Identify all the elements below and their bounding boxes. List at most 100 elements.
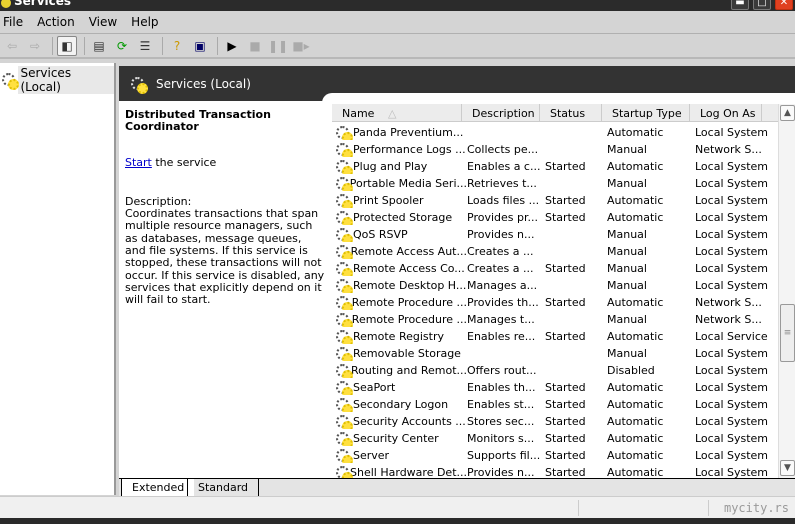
back-icon[interactable]: ⇦ bbox=[2, 36, 22, 56]
column-status[interactable]: Status bbox=[540, 104, 602, 122]
service-icon bbox=[336, 448, 353, 463]
cell-log-on-as: Local System bbox=[695, 211, 769, 224]
cell-startup-type: Automatic bbox=[607, 432, 664, 445]
table-row[interactable]: SeaPort Enables th... Started Automatic Loca… bbox=[332, 379, 778, 396]
minimize-button[interactable]: ▬ bbox=[731, 0, 749, 10]
table-row[interactable]: QoS RSVP Provides n... Manual Local System bbox=[332, 226, 778, 243]
cell-startup-type: Manual bbox=[607, 228, 647, 241]
cell-description: Offers rout... bbox=[467, 364, 537, 377]
table-row[interactable]: Print Spooler Loads files ... Started Autom… bbox=[332, 192, 778, 209]
cell-name: Remote Procedure ... bbox=[351, 296, 467, 309]
cell-name: Removable Storage bbox=[353, 347, 461, 360]
table-row[interactable]: Portable Media Seri... Retrieves t... Manu… bbox=[332, 175, 778, 192]
status-bar: mycity.rs bbox=[0, 496, 795, 518]
cell-name: Remote Desktop H... bbox=[353, 279, 467, 292]
service-icon bbox=[336, 431, 353, 446]
table-row[interactable]: Removable Storage Manual Local System bbox=[332, 345, 778, 362]
restart-service-icon[interactable]: ■▸ bbox=[291, 36, 311, 56]
export-list-icon[interactable]: ☰ bbox=[135, 36, 155, 56]
tree-item-services-local[interactable]: Services (Local) bbox=[2, 66, 114, 94]
table-row[interactable]: Secondary Logon Enables st... Started Autom… bbox=[332, 396, 778, 413]
show-hide-tree-icon[interactable]: ◧ bbox=[57, 36, 77, 56]
table-row[interactable]: Protected Storage Provides pr... Started Au… bbox=[332, 209, 778, 226]
cell-name: Protected Storage bbox=[353, 211, 453, 224]
table-row[interactable]: Server Supports fil... Started Automatic Loc… bbox=[332, 447, 778, 464]
cell-name: Print Spooler bbox=[353, 194, 424, 207]
cell-description: Provides th... bbox=[467, 296, 539, 309]
table-row[interactable]: Security Center Monitors s... Started Autom… bbox=[332, 430, 778, 447]
cell-status: Started bbox=[545, 415, 586, 428]
properties-icon[interactable]: ▤ bbox=[89, 36, 109, 56]
cell-log-on-as: Local System bbox=[695, 126, 769, 139]
cell-description: Collects pe... bbox=[467, 143, 539, 156]
column-name[interactable]: Name △ bbox=[332, 104, 462, 122]
cell-log-on-as: Local System bbox=[695, 228, 769, 241]
table-row[interactable]: Routing and Remot... Offers rout... Disabl… bbox=[332, 362, 778, 379]
cell-name: Routing and Remot... bbox=[350, 364, 467, 377]
service-icon bbox=[336, 465, 354, 478]
close-button[interactable]: ✕ bbox=[775, 0, 793, 10]
table-row[interactable]: Performance Logs ... Collects pe... Manual… bbox=[332, 141, 778, 158]
stop-service-icon[interactable]: ■ bbox=[245, 36, 265, 56]
divider bbox=[52, 37, 53, 55]
service-icon bbox=[336, 227, 353, 242]
table-row[interactable]: Remote Access Co... Creates a ... Started M… bbox=[332, 260, 778, 277]
scroll-down-button[interactable]: ▼ bbox=[780, 460, 795, 476]
cell-status: Started bbox=[545, 449, 586, 462]
start-service-icon[interactable]: ▶ bbox=[222, 36, 242, 56]
maximize-button[interactable]: □ bbox=[753, 0, 771, 10]
menu-file[interactable]: File bbox=[0, 15, 29, 29]
table-row[interactable]: Remote Access Aut... Creates a ... Manual L… bbox=[332, 243, 778, 260]
service-icon bbox=[336, 210, 353, 225]
cell-startup-type: Manual bbox=[607, 279, 647, 292]
cell-name: Plug and Play bbox=[353, 160, 428, 173]
table-row[interactable]: Remote Registry Enables re... Started Autom… bbox=[332, 328, 778, 345]
forward-icon[interactable]: ⇨ bbox=[25, 36, 45, 56]
cell-log-on-as: Local System bbox=[695, 364, 769, 377]
table-row[interactable]: Remote Desktop H... Manages a... Manual Loc… bbox=[332, 277, 778, 294]
cell-log-on-as: Local System bbox=[695, 347, 769, 360]
menu-action[interactable]: Action bbox=[34, 15, 81, 29]
cell-description: Monitors s... bbox=[467, 432, 535, 445]
refresh-icon[interactable]: ⟳ bbox=[112, 36, 132, 56]
help-icon[interactable]: ? bbox=[167, 36, 187, 56]
menu-help[interactable]: Help bbox=[128, 15, 164, 29]
cell-log-on-as: Local System bbox=[695, 194, 769, 207]
column-log-on-as[interactable]: Log On As bbox=[690, 104, 762, 122]
service-icon bbox=[336, 244, 353, 259]
table-row[interactable]: Remote Procedure ... Provides th... Starte… bbox=[332, 294, 778, 311]
divider bbox=[708, 500, 709, 516]
console-icon[interactable]: ▣ bbox=[190, 36, 210, 56]
tab-standard[interactable]: Standard bbox=[187, 479, 260, 496]
column-description[interactable]: Description bbox=[462, 104, 540, 122]
sort-ascending-icon: △ bbox=[387, 107, 397, 120]
service-icon bbox=[336, 346, 353, 361]
scroll-up-button[interactable]: ▲ bbox=[780, 105, 795, 121]
watermark: mycity.rs bbox=[723, 501, 789, 515]
services-list: Name △ Description Status Startup Type L… bbox=[332, 104, 778, 478]
table-row[interactable]: Panda Preventium... Automatic Local System bbox=[332, 124, 778, 141]
table-row[interactable]: Remote Procedure ... Manages t... Manual Ne… bbox=[332, 311, 778, 328]
table-row[interactable]: Security Accounts ... Stores sec... Starte… bbox=[332, 413, 778, 430]
table-row[interactable]: Plug and Play Enables a c... Started Automa… bbox=[332, 158, 778, 175]
pause-service-icon[interactable]: ❚❚ bbox=[268, 36, 288, 56]
cell-status: Started bbox=[545, 381, 586, 394]
cell-startup-type: Automatic bbox=[607, 160, 664, 173]
cell-name: Remote Access Aut... bbox=[350, 245, 467, 258]
cell-startup-type: Manual bbox=[607, 313, 647, 326]
start-service-link[interactable]: Start bbox=[125, 156, 152, 169]
console-tree: Services (Local) bbox=[0, 63, 116, 495]
column-startup-type[interactable]: Startup Type bbox=[602, 104, 690, 122]
cell-startup-type: Automatic bbox=[607, 211, 664, 224]
tab-extended[interactable]: Extended bbox=[121, 479, 195, 496]
cell-description: Enables a c... bbox=[467, 160, 541, 173]
scroll-thumb[interactable]: ≡ bbox=[780, 304, 795, 362]
cell-startup-type: Automatic bbox=[607, 466, 664, 478]
cell-description: Provides pr... bbox=[467, 211, 538, 224]
cell-description: Retrieves t... bbox=[467, 177, 537, 190]
menu-view[interactable]: View bbox=[86, 15, 123, 29]
cell-startup-type: Automatic bbox=[607, 330, 664, 343]
pane-title: Services (Local) bbox=[156, 76, 251, 91]
table-row[interactable]: Shell Hardware Det... Provides n... Starte… bbox=[332, 464, 778, 478]
vertical-scrollbar[interactable]: ▲ ≡ ▼ bbox=[778, 104, 795, 478]
